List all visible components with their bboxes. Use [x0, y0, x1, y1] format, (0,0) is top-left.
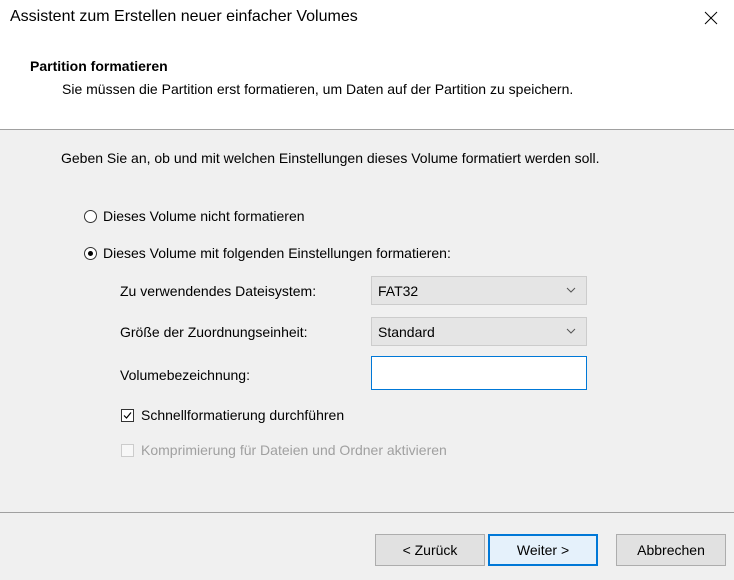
close-button[interactable] — [688, 0, 734, 36]
title-bar: Assistent zum Erstellen neuer einfacher … — [0, 0, 734, 36]
radio-format[interactable] — [84, 247, 97, 260]
radio-no-format[interactable] — [84, 210, 97, 223]
allocation-select[interactable]: Standard — [371, 317, 587, 346]
compression-label: Komprimierung für Dateien und Ordner akt… — [141, 442, 447, 458]
wizard-content: Geben Sie an, ob und mit welchen Einstel… — [0, 130, 734, 512]
page-subtitle: Sie müssen die Partition erst formatiere… — [62, 81, 574, 97]
filesystem-value: FAT32 — [378, 283, 419, 299]
filesystem-select[interactable]: FAT32 — [371, 276, 587, 305]
chevron-down-icon — [566, 328, 576, 334]
allocation-value: Standard — [378, 324, 435, 340]
intro-text: Geben Sie an, ob und mit welchen Einstel… — [61, 150, 600, 166]
window-title: Assistent zum Erstellen neuer einfacher … — [10, 8, 358, 25]
page-title: Partition formatieren — [30, 58, 168, 74]
radio-format-label[interactable]: Dieses Volume mit folgenden Einstellunge… — [103, 245, 451, 261]
quick-format-checkbox[interactable] — [121, 409, 134, 422]
filesystem-label: Zu verwendendes Dateisystem: — [120, 283, 317, 299]
next-button[interactable]: Weiter > — [488, 534, 598, 566]
volume-label-input[interactable] — [371, 356, 587, 390]
checkmark-icon — [123, 412, 132, 419]
close-icon — [704, 11, 718, 25]
chevron-down-icon — [566, 287, 576, 293]
compression-checkbox — [121, 444, 134, 457]
wizard-header: Partition formatieren Sie müssen die Par… — [0, 36, 734, 129]
cancel-button[interactable]: Abbrechen — [616, 534, 726, 566]
volume-label-label: Volumebezeichnung: — [120, 367, 250, 383]
back-button[interactable]: < Zurück — [375, 534, 485, 566]
radio-no-format-label[interactable]: Dieses Volume nicht formatieren — [103, 208, 305, 224]
quick-format-label[interactable]: Schnellformatierung durchführen — [141, 407, 344, 423]
wizard-footer: < Zurück Weiter > Abbrechen — [0, 513, 734, 580]
allocation-label: Größe der Zuordnungseinheit: — [120, 324, 308, 340]
